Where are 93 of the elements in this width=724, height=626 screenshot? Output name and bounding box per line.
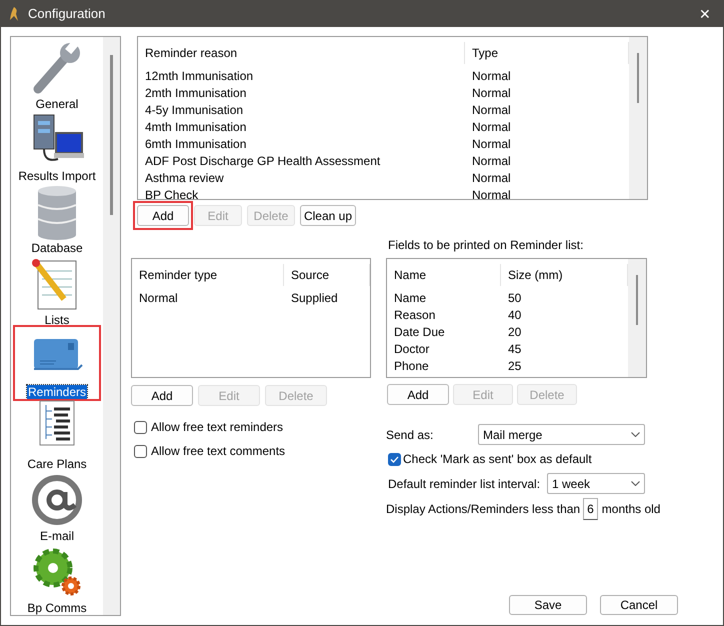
table-cell-text: 12mth Immunisation xyxy=(144,68,254,84)
field-label: Display Actions/Reminders less than xyxy=(386,501,580,518)
scrollbar-thumb[interactable] xyxy=(110,55,113,215)
sidebar-item[interactable]: Care Plans xyxy=(15,399,99,471)
scrollbar[interactable] xyxy=(629,37,647,199)
table-cell-text: Name xyxy=(393,290,428,306)
list-row[interactable]: Asthma review Normal xyxy=(138,169,629,186)
table-cell-text: Normal xyxy=(138,290,179,306)
checkmark-icon xyxy=(390,456,399,462)
sidebar-label: General xyxy=(34,97,80,111)
table-cell-text: ADF Post Discharge GP Health Assessment xyxy=(144,152,382,170)
sidebar-item[interactable]: Results Import xyxy=(15,111,99,183)
list-row[interactable]: 6mth Immunisation Normal xyxy=(138,135,629,152)
button[interactable]: Add xyxy=(137,205,189,226)
sidebar-label: E-mail xyxy=(38,529,75,543)
sidebar-label: Care Plans xyxy=(26,457,88,471)
table-cell-text: Asthma review xyxy=(144,170,225,186)
column-header[interactable]: Source xyxy=(284,264,370,286)
checkbox[interactable] xyxy=(134,420,147,434)
sidebar-label: Lists xyxy=(44,313,70,327)
checkbox[interactable] xyxy=(134,444,147,458)
dropdown[interactable]: Mail merge xyxy=(478,424,645,445)
dropdown[interactable]: 1 week xyxy=(547,473,645,494)
chevron-down-icon xyxy=(631,432,640,437)
list-row[interactable]: 12mth Immunisation Normal xyxy=(138,67,629,84)
table-cell-text: 6mth Immunisation xyxy=(144,136,248,152)
table-cell-text: Normal xyxy=(471,152,512,170)
column-header[interactable]: Reminder reason xyxy=(138,42,465,64)
scrollbar[interactable] xyxy=(103,37,120,615)
table-cell-text: Normal xyxy=(471,84,512,102)
table-cell-text: Supplied xyxy=(290,290,339,306)
sidebar-item[interactable]: Reminders xyxy=(15,327,99,399)
list-row[interactable]: Normal Supplied xyxy=(132,289,370,306)
table-cell-text: Normal xyxy=(471,68,512,84)
button[interactable]: Cancel xyxy=(600,595,678,615)
section-label: Fields to be printed on Reminder list: xyxy=(388,237,584,254)
chevron-down-icon xyxy=(631,481,640,486)
table-cell-text: 4mth Immunisation xyxy=(144,118,248,136)
window-title: Configuration xyxy=(28,5,106,24)
sidebar-item[interactable]: Database xyxy=(15,183,99,255)
table-cell-text: Normal xyxy=(471,136,512,152)
button[interactable]: Save xyxy=(509,595,587,615)
table-cell-text: Normal xyxy=(471,186,512,199)
table-cell-text: Normal xyxy=(471,118,512,136)
list-row[interactable]: 4mth Immunisation Normal xyxy=(138,118,629,135)
checkbox[interactable] xyxy=(388,452,401,466)
sidebar-label: Database xyxy=(30,241,84,255)
sidebar-item[interactable]: General xyxy=(15,39,99,111)
table-cell-text: 25 xyxy=(507,358,522,374)
scrollbar-thumb[interactable] xyxy=(637,53,639,103)
checkbox-label: Check 'Mark as sent' box as default xyxy=(403,451,592,468)
list-row[interactable]: ADF Post Discharge GP Health Assessment Normal xyxy=(138,152,629,169)
list-row[interactable]: Phone 25 xyxy=(387,357,628,374)
table-cell-text: Normal xyxy=(471,170,512,186)
table-cell-text: 20 xyxy=(507,324,522,340)
close-button[interactable]: ✕ xyxy=(699,4,711,24)
list-row[interactable]: 4-5y Immunisation Normal xyxy=(138,101,629,118)
list-row[interactable]: Reason 40 xyxy=(387,306,628,323)
button[interactable]: Add xyxy=(131,385,193,406)
table-cell-text: 4-5y Immunisation xyxy=(144,102,244,118)
checkbox-label: Allow free text reminders xyxy=(151,419,284,436)
table-cell-text: Doctor xyxy=(393,340,430,358)
scrollbar[interactable] xyxy=(628,259,646,377)
list-row[interactable]: BP Check Normal xyxy=(138,186,629,199)
field-label: months old xyxy=(602,501,660,518)
table-cell-text: 45 xyxy=(507,340,522,358)
list-row[interactable]: Date Due 20 xyxy=(387,323,628,340)
table-cell-text: BP Check xyxy=(144,186,200,199)
column-header[interactable]: Reminder type xyxy=(132,264,284,286)
table-cell-text: 2mth Immunisation xyxy=(144,84,248,102)
table-cell-text: Normal xyxy=(471,102,512,118)
button[interactable]: Add xyxy=(387,384,449,405)
table-cell-text: Reason xyxy=(393,306,436,324)
sidebar-item[interactable]: E-mail xyxy=(15,471,99,543)
number-field[interactable]: 6 xyxy=(583,498,598,520)
sidebar-item[interactable]: Lists xyxy=(15,255,99,327)
column-header[interactable]: Name xyxy=(387,264,501,286)
list-row[interactable]: Name 50 xyxy=(387,289,628,306)
field-label: Send as: xyxy=(386,426,434,444)
sidebar-label: Bp Comms xyxy=(26,601,88,615)
button[interactable]: Clean up xyxy=(300,205,356,226)
field-label: Default reminder list interval: xyxy=(388,476,542,492)
checkbox-label: Allow free text comments xyxy=(151,443,286,460)
scrollbar-thumb[interactable] xyxy=(636,275,638,325)
table-cell-text: Date Due xyxy=(393,324,446,340)
table-cell-text: Phone xyxy=(393,358,430,374)
table-cell-text: 50 xyxy=(507,290,522,306)
sidebar-item[interactable]: Bp Comms xyxy=(15,543,99,615)
list-row[interactable]: Doctor 45 xyxy=(387,340,628,357)
list-row[interactable]: 2mth Immunisation Normal xyxy=(138,84,629,101)
sidebar-label: Results Import xyxy=(17,169,97,183)
table-cell-text: 40 xyxy=(507,306,522,324)
sidebar-label: Reminders xyxy=(26,385,88,399)
